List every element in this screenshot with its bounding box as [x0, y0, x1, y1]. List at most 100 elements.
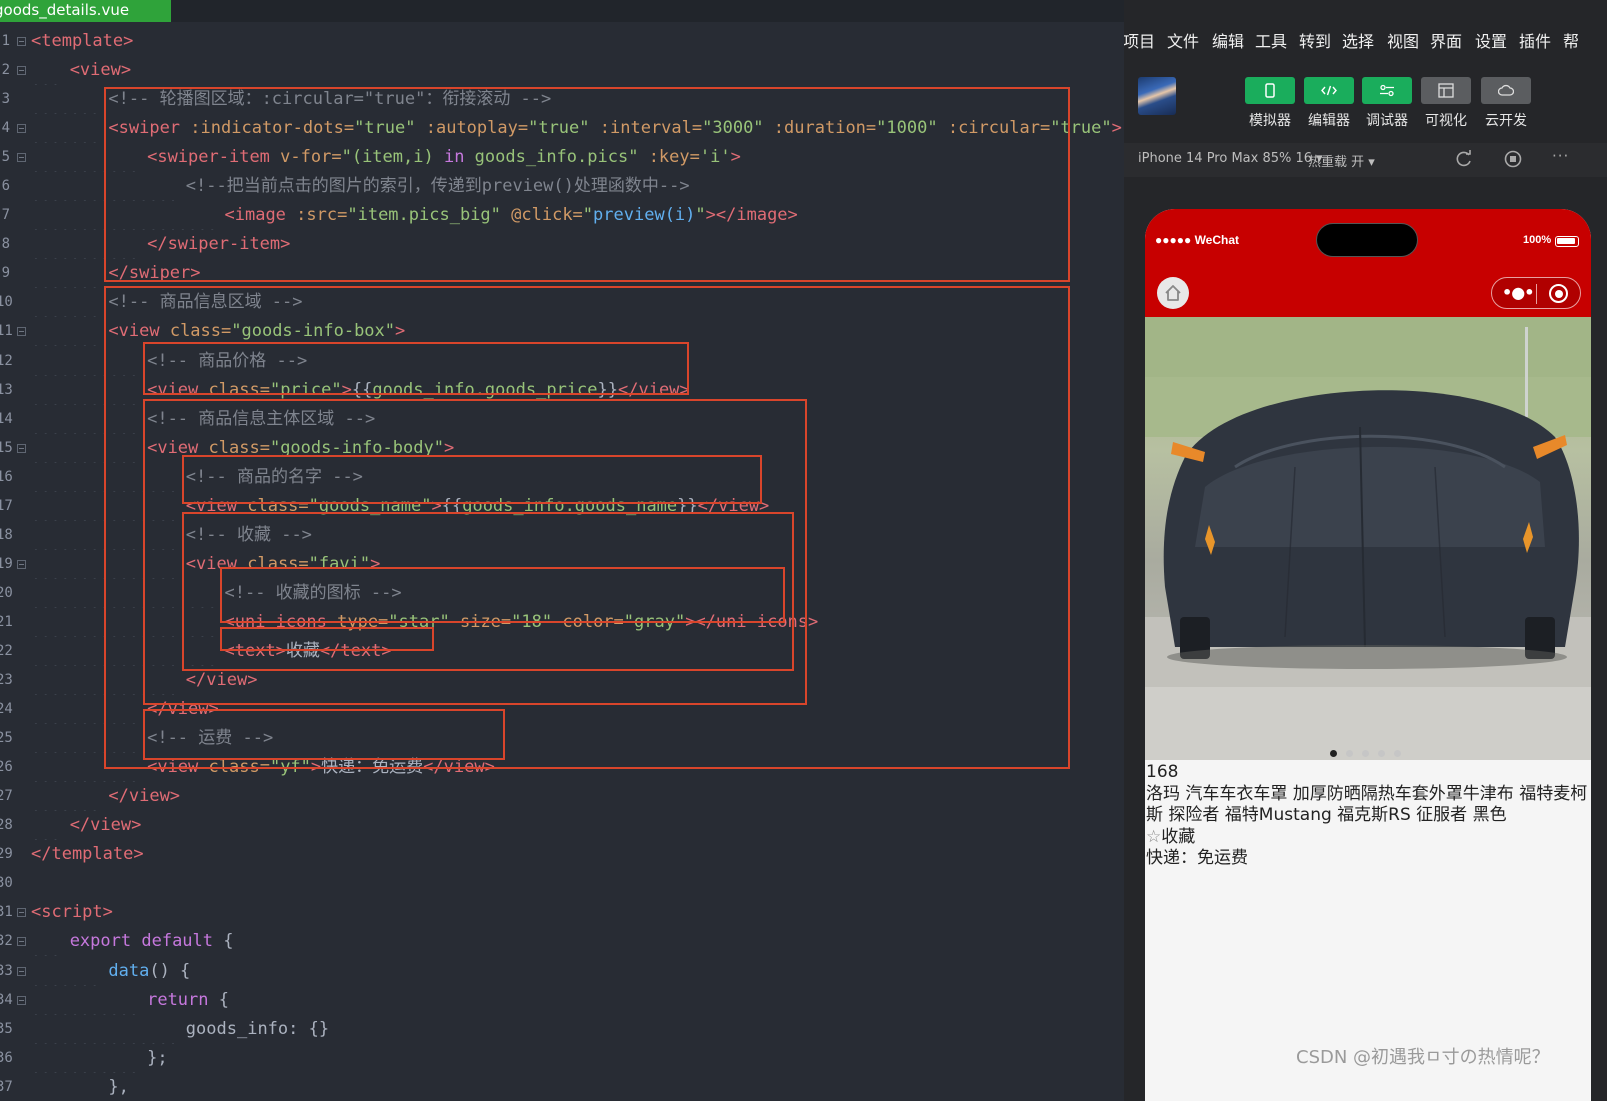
- fold-toggle-icon[interactable]: [17, 124, 26, 134]
- menu-item[interactable]: 视图: [1387, 28, 1419, 52]
- car-cover-image[interactable]: [1145, 317, 1591, 760]
- code-token: size=: [459, 611, 512, 632]
- code-line[interactable]: 31 <script>: [0, 898, 1124, 927]
- goods-swiper[interactable]: [1145, 317, 1591, 760]
- fold-toggle-icon[interactable]: [17, 66, 26, 76]
- swiper-dot[interactable]: [1394, 750, 1401, 757]
- indent-guide: [31, 375, 142, 405]
- code-line[interactable]: 11 <view class="goods-info-box">: [0, 317, 1124, 347]
- capsule-more-icon[interactable]: •●•: [1502, 283, 1534, 302]
- code-token: }}: [677, 495, 698, 516]
- fold-toggle-icon[interactable]: [17, 966, 26, 976]
- menu-item[interactable]: 项目: [1124, 28, 1155, 52]
- capsule-close-icon[interactable]: [1549, 284, 1568, 303]
- avatar[interactable]: [1138, 77, 1176, 115]
- code-editor[interactable]: goods_details.vue 1 <template> 2 <view> 3 <!-…: [0, 0, 1124, 1101]
- code-line[interactable]: 28 </view>: [0, 811, 1124, 841]
- code-line[interactable]: 32 export default {: [0, 927, 1124, 957]
- code-line[interactable]: 7 <image :src="item.pics_big" @click="pre…: [0, 201, 1124, 231]
- code-line[interactable]: 12 <!-- 商品价格 -->: [0, 346, 1124, 376]
- code-line[interactable]: 14 <!-- 商品信息主体区域 -->: [0, 404, 1124, 434]
- menu-item[interactable]: 文件: [1167, 28, 1199, 52]
- code-line[interactable]: 10 <!-- 商品信息区域 -->: [0, 288, 1124, 318]
- code-line[interactable]: 5 <swiper-item v-for="(item,i) in goods_i…: [0, 143, 1124, 173]
- refresh-icon[interactable]: [1454, 149, 1474, 169]
- code-line[interactable]: 6 <!--把当前点击的图片的索引，传递到preview()处理函数中-->: [0, 172, 1124, 202]
- toolbar-button[interactable]: [1245, 77, 1295, 104]
- code-line[interactable]: 30: [0, 869, 1124, 898]
- toolbar-button[interactable]: [1481, 77, 1531, 104]
- code-token: </view>: [147, 699, 219, 720]
- fold-toggle-icon[interactable]: [17, 559, 26, 569]
- fold-toggle-icon[interactable]: [17, 327, 26, 337]
- menu-item[interactable]: 转到: [1299, 28, 1331, 52]
- menu-item[interactable]: 设置: [1475, 28, 1507, 52]
- toolbar-button[interactable]: [1421, 77, 1471, 104]
- indent-guide: [31, 1043, 142, 1073]
- swiper-dot[interactable]: [1362, 750, 1369, 757]
- code-line[interactable]: 4 <swiper :indicator-dots="true" :autopla…: [0, 114, 1124, 144]
- menu-bar: 项目 文件 编辑 工具 转到 选择 视图 界面 设置 插件帮: [1124, 28, 1607, 58]
- fold-toggle-icon[interactable]: [17, 153, 26, 163]
- code-line[interactable]: 27 </view>: [0, 782, 1124, 812]
- code-line[interactable]: 3 <!-- 轮播图区域：:circular="true"：衔接滚动 -->: [0, 85, 1124, 115]
- code-line[interactable]: 20 <!-- 收藏的图标 -->: [0, 578, 1124, 608]
- device-select[interactable]: iPhone 14 Pro Max 85% 16 ▾: [1138, 151, 1323, 166]
- code-line[interactable]: 33 data() {: [0, 956, 1124, 986]
- battery-percent: 100%: [1523, 234, 1552, 246]
- code-line[interactable]: 19 <view class="favi">: [0, 549, 1124, 579]
- menu-item[interactable]: 工具: [1255, 28, 1287, 52]
- menu-item[interactable]: 编辑: [1212, 28, 1244, 52]
- code-line[interactable]: 1 <template>: [0, 27, 1124, 56]
- menu-item[interactable]: 插件: [1519, 28, 1551, 52]
- code-line[interactable]: 13 <view class="price">{{goods_info.goods…: [0, 375, 1124, 405]
- code-area[interactable]: 1 <template> 2 <view> 3 <!-- 轮播图区域：:circular=…: [0, 27, 1124, 1101]
- toolbar-button[interactable]: [1304, 77, 1354, 104]
- code-line[interactable]: 15 <view class="goods-info-body">: [0, 433, 1124, 463]
- home-button[interactable]: [1157, 277, 1189, 309]
- phone-icon: [1265, 83, 1275, 98]
- stop-icon[interactable]: [1503, 149, 1523, 169]
- code-line[interactable]: 9 </swiper>: [0, 259, 1124, 289]
- menu-item[interactable]: 帮: [1563, 28, 1579, 52]
- code-content: <!-- 收藏 -->: [186, 521, 312, 550]
- code-content: </view>: [186, 666, 258, 695]
- code-line[interactable]: 24 </view>: [0, 695, 1124, 725]
- fold-toggle-icon[interactable]: [17, 443, 26, 453]
- code-line[interactable]: 26 <view class="yf">快递：免运费</view>: [0, 753, 1124, 783]
- code-line[interactable]: 23 </view>: [0, 666, 1124, 696]
- code-line[interactable]: 29 </template>: [0, 840, 1124, 869]
- code-token: >: [1111, 118, 1122, 139]
- menu-item[interactable]: 选择: [1342, 28, 1374, 52]
- swiper-dot[interactable]: [1346, 750, 1353, 757]
- code-line[interactable]: 35 goods_info: {}: [0, 1014, 1124, 1044]
- code-line[interactable]: 37},: [0, 1072, 1124, 1101]
- line-number: 16: [0, 468, 13, 485]
- swiper-dot[interactable]: [1378, 750, 1385, 757]
- code-line[interactable]: 16 <!-- 商品的名字 -->: [0, 462, 1124, 492]
- hot-reload-select[interactable]: 热重载 开 ▾: [1308, 151, 1375, 170]
- code-line[interactable]: 8 </swiper-item>: [0, 230, 1124, 260]
- file-tab[interactable]: goods_details.vue: [0, 0, 171, 22]
- fold-toggle-icon[interactable]: [17, 995, 26, 1005]
- menu-item[interactable]: 界面: [1430, 28, 1462, 52]
- more-icon[interactable]: ···: [1552, 147, 1569, 165]
- code-line[interactable]: 22 <text>收藏</text>: [0, 636, 1124, 666]
- toolbar-button[interactable]: [1362, 77, 1412, 104]
- code-line[interactable]: 36};: [0, 1043, 1124, 1073]
- code-line[interactable]: 18 <!-- 收藏 -->: [0, 520, 1124, 550]
- fold-toggle-icon[interactable]: [17, 937, 26, 947]
- code-line[interactable]: 25 <!-- 运费 -->: [0, 724, 1124, 754]
- code-line[interactable]: 21 <uni-icons type="star" size="18" color…: [0, 607, 1124, 637]
- code-token: data: [108, 960, 150, 981]
- favi-button[interactable]: ☆收藏: [1146, 827, 1591, 849]
- swiper-dot[interactable]: [1330, 750, 1337, 757]
- indent-guide: [31, 956, 103, 986]
- fold-toggle-icon[interactable]: [17, 908, 26, 918]
- code-token: <view: [108, 321, 160, 342]
- code-line[interactable]: 34 return {: [0, 985, 1124, 1015]
- code-line[interactable]: 2 <view>: [0, 56, 1124, 86]
- code-line[interactable]: 17 <view class="goods_name">{{goods_info.…: [0, 491, 1124, 521]
- fold-toggle-icon[interactable]: [17, 37, 26, 46]
